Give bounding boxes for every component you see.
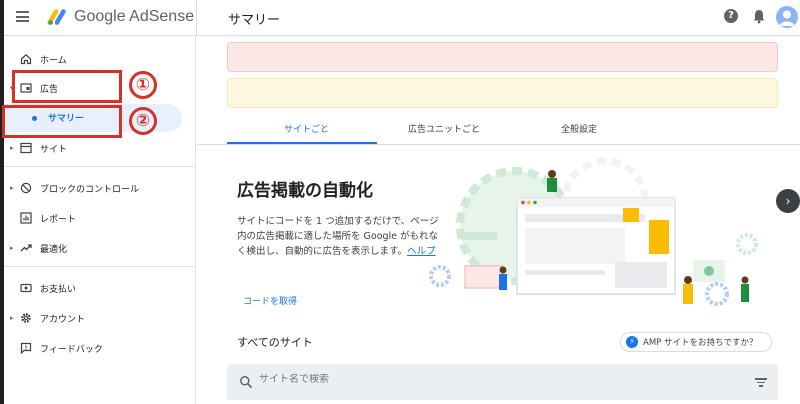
brand-name: Google AdSense bbox=[74, 8, 195, 25]
sidebar-item-optimization[interactable]: ▸ 最適化 bbox=[4, 236, 196, 260]
home-icon bbox=[20, 53, 32, 65]
sidebar-item-block-controls[interactable]: ▸ ブロックのコントロール bbox=[4, 176, 196, 200]
sidebar-item-label: お支払い bbox=[40, 284, 77, 295]
block-icon bbox=[20, 182, 32, 194]
sidebar-item-label: フィードバック bbox=[40, 344, 103, 355]
sidebar-item-label: サイト bbox=[40, 144, 68, 155]
expand-caret-icon: ▸ bbox=[10, 314, 14, 322]
expand-caret-icon: ▸ bbox=[10, 144, 14, 152]
sidebar-item-label: アカウント bbox=[40, 314, 86, 325]
sidebar-divider bbox=[4, 266, 196, 267]
auto-ads-title: 広告掲載の自動化 bbox=[237, 181, 373, 201]
tab-general-settings[interactable]: 全般設定 bbox=[561, 122, 597, 135]
sidebar-divider bbox=[4, 166, 196, 167]
tab-by-ad-unit[interactable]: 広告ユニットごと bbox=[408, 122, 480, 135]
expand-caret-icon: ▸ bbox=[10, 244, 14, 252]
sidebar-item-feedback[interactable]: フィードバック bbox=[4, 336, 196, 360]
sidebar-item-account[interactable]: ▸ アカウント bbox=[4, 306, 196, 330]
help-icon[interactable]: ? bbox=[724, 9, 738, 23]
all-sites-title: すべてのサイト bbox=[237, 336, 313, 349]
annotation-number-one: ① bbox=[129, 71, 157, 99]
alert-banner-error bbox=[227, 42, 778, 72]
next-arrow-button[interactable]: › bbox=[776, 189, 800, 213]
top-bar: Google AdSense サマリー ? bbox=[4, 0, 800, 36]
adsense-app: Google AdSense サマリー ? ホーム ▾ 広告 サマリー ▸ サイ… bbox=[0, 0, 800, 404]
active-tab-indicator bbox=[227, 142, 377, 144]
sidebar-item-label: レポート bbox=[40, 214, 77, 225]
search-icon bbox=[240, 376, 253, 389]
payments-icon bbox=[20, 283, 32, 293]
menu-icon[interactable] bbox=[16, 11, 29, 22]
feedback-icon bbox=[20, 342, 32, 354]
tab-by-site[interactable]: サイトごと bbox=[284, 122, 329, 135]
get-code-button[interactable]: コードを取得 bbox=[243, 294, 297, 307]
header-divider bbox=[196, 0, 197, 36]
annotation-box-summary bbox=[2, 105, 122, 138]
expand-caret-icon: ▸ bbox=[10, 184, 14, 192]
sites-icon bbox=[20, 142, 32, 154]
reports-icon bbox=[20, 212, 32, 224]
sidebar-item-sites[interactable]: ▸ サイト bbox=[4, 136, 196, 160]
sidebar-item-home[interactable]: ホーム bbox=[4, 47, 196, 71]
amp-sites-button[interactable]: ⚡ AMP サイトをお持ちですか？ bbox=[620, 332, 772, 352]
sidebar-item-reports[interactable]: レポート bbox=[4, 206, 196, 230]
main-content: サイトごと 広告ユニットごと 全般設定 広告掲載の自動化 サイトにコードを 1 … bbox=[197, 36, 800, 404]
annotation-box-ads bbox=[12, 70, 122, 103]
amp-button-label: AMP サイトをお持ちですか？ bbox=[643, 338, 758, 348]
notifications-icon[interactable] bbox=[752, 9, 766, 24]
gear-icon bbox=[21, 313, 31, 323]
site-search-bar[interactable] bbox=[227, 364, 778, 400]
sidebar-item-label: ホーム bbox=[40, 55, 67, 66]
tabs-divider bbox=[197, 144, 800, 145]
filter-icon[interactable] bbox=[755, 378, 767, 387]
trending-icon bbox=[20, 244, 32, 252]
page-title: サマリー bbox=[228, 13, 281, 28]
search-input[interactable] bbox=[259, 374, 719, 385]
auto-ads-illustration bbox=[429, 157, 758, 306]
sidebar-item-payments[interactable]: お支払い bbox=[4, 276, 196, 300]
annotation-number-two: ② bbox=[129, 107, 157, 135]
avatar[interactable] bbox=[776, 6, 798, 28]
sidebar-item-label: ブロックのコントロール bbox=[40, 184, 140, 195]
sidebar-item-label: 最適化 bbox=[40, 244, 68, 255]
lightning-icon: ⚡ bbox=[626, 336, 638, 348]
adsense-logo-icon bbox=[47, 9, 66, 25]
auto-ads-description: サイトにコードを 1 つ追加するだけで、ページ内の広告掲載に適した場所を Goo… bbox=[237, 214, 447, 259]
alert-banner-warning bbox=[227, 78, 778, 108]
